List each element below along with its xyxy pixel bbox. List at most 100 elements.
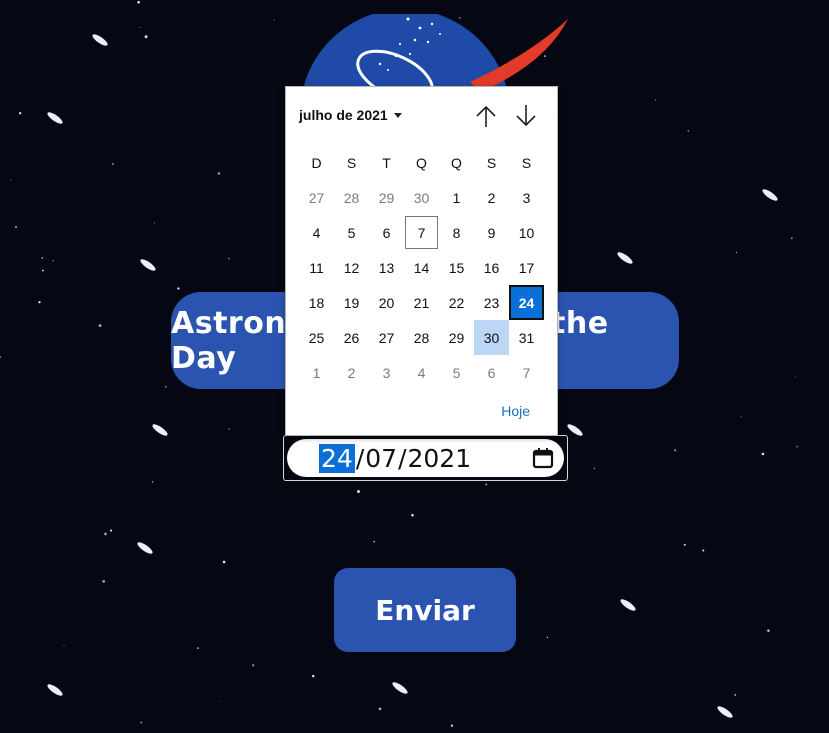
today-button[interactable]: Hoje bbox=[501, 403, 530, 419]
weekday-label: T bbox=[382, 154, 391, 171]
calendar-day[interactable]: 6 bbox=[474, 355, 509, 390]
star-streak bbox=[137, 542, 153, 554]
date-input[interactable]: 24/07/2021 bbox=[287, 439, 564, 477]
calendar-day[interactable]: 5 bbox=[334, 215, 369, 250]
calendar-day[interactable]: 6 bbox=[369, 215, 404, 250]
date-separator: / bbox=[355, 443, 365, 473]
calendar-day[interactable]: 20 bbox=[369, 285, 404, 320]
calendar-day[interactable]: 30 bbox=[404, 180, 439, 215]
star bbox=[140, 721, 143, 724]
submit-button[interactable]: Enviar bbox=[334, 568, 516, 652]
weekday-label: S bbox=[521, 154, 532, 171]
calendar-day[interactable]: 27 bbox=[369, 320, 404, 355]
star bbox=[177, 287, 180, 290]
star bbox=[796, 445, 798, 448]
calendar-day[interactable]: 4 bbox=[299, 215, 334, 250]
calendar-day[interactable]: 8 bbox=[439, 215, 474, 250]
calendar-day[interactable]: 28 bbox=[404, 320, 439, 355]
star bbox=[790, 237, 793, 240]
star bbox=[378, 707, 382, 711]
next-month-button[interactable] bbox=[514, 103, 538, 129]
star-streak bbox=[47, 684, 63, 696]
star bbox=[740, 416, 742, 418]
star-streak bbox=[140, 259, 156, 271]
weekday-label: S bbox=[346, 154, 357, 171]
calendar-day[interactable]: 1 bbox=[439, 180, 474, 215]
star bbox=[111, 163, 114, 166]
calendar-day[interactable]: 29 bbox=[369, 180, 404, 215]
star bbox=[137, 0, 140, 4]
star bbox=[41, 269, 44, 272]
calendar-day[interactable]: 9 bbox=[474, 215, 509, 250]
previous-month-button[interactable] bbox=[474, 103, 498, 129]
star bbox=[52, 260, 54, 262]
star-streak bbox=[567, 424, 583, 436]
calendar-day[interactable]: 3 bbox=[509, 180, 544, 215]
calendar-icon[interactable] bbox=[530, 445, 556, 471]
star bbox=[593, 467, 596, 470]
star bbox=[196, 647, 199, 650]
star bbox=[14, 226, 18, 229]
calendar-day[interactable]: 1 bbox=[299, 355, 334, 390]
calendar-day[interactable]: 28 bbox=[334, 180, 369, 215]
star bbox=[228, 257, 230, 260]
calendar-day[interactable]: 13 bbox=[369, 250, 404, 285]
weekday-header-row: DSTQQSS bbox=[299, 145, 544, 180]
calendar-week-row: 25 26 27 28 29 30 31 bbox=[299, 320, 544, 355]
star bbox=[734, 694, 737, 696]
calendar-day[interactable]: 17 bbox=[509, 250, 544, 285]
star bbox=[151, 481, 154, 483]
star bbox=[38, 301, 41, 304]
star bbox=[217, 172, 221, 175]
star bbox=[761, 452, 765, 456]
star-streak bbox=[152, 424, 168, 436]
star bbox=[19, 112, 22, 115]
calendar-day[interactable]: 26 bbox=[334, 320, 369, 355]
calendar-day[interactable]: 16 bbox=[474, 250, 509, 285]
calendar-day[interactable]: 29 bbox=[439, 320, 474, 355]
star bbox=[0, 356, 1, 358]
date-month-segment[interactable]: 07 bbox=[365, 444, 397, 473]
calendar-day[interactable]: 18 bbox=[299, 285, 334, 320]
calendar-week-row: 27 28 29 30 1 2 3 bbox=[299, 180, 544, 215]
calendar-day[interactable]: 21 bbox=[404, 285, 439, 320]
date-picker-field[interactable]: 24/07/2021 bbox=[283, 435, 568, 481]
star bbox=[252, 664, 255, 667]
calendar-day[interactable]: 11 bbox=[299, 250, 334, 285]
calendar-day[interactable]: 31 bbox=[509, 320, 544, 355]
calendar-header: julho de 2021 bbox=[286, 87, 559, 143]
star bbox=[373, 540, 375, 543]
star bbox=[228, 428, 230, 430]
calendar-day[interactable]: 23 bbox=[474, 285, 509, 320]
calendar-day[interactable]: 19 bbox=[334, 285, 369, 320]
calendar-day-selected[interactable]: 24 bbox=[509, 285, 544, 320]
star bbox=[220, 700, 222, 702]
calendar-day[interactable]: 25 bbox=[299, 320, 334, 355]
star-streak bbox=[92, 34, 108, 46]
calendar-day[interactable]: 7 bbox=[509, 355, 544, 390]
calendar-day[interactable]: 10 bbox=[509, 215, 544, 250]
calendar-day[interactable]: 12 bbox=[334, 250, 369, 285]
weekday-label: Q bbox=[416, 154, 427, 171]
calendar-day[interactable]: 15 bbox=[439, 250, 474, 285]
calendar-day[interactable]: 14 bbox=[404, 250, 439, 285]
calendar-day[interactable]: 30 bbox=[474, 320, 509, 355]
date-day-segment[interactable]: 24 bbox=[319, 443, 355, 473]
date-year-segment[interactable]: 2021 bbox=[408, 444, 472, 473]
star-streak bbox=[717, 706, 733, 718]
calendar-day[interactable]: 27 bbox=[299, 180, 334, 215]
star bbox=[702, 549, 705, 552]
month-year-select[interactable]: julho de 2021 bbox=[299, 105, 402, 125]
calendar-day[interactable]: 2 bbox=[334, 355, 369, 390]
calendar-day[interactable]: 2 bbox=[474, 180, 509, 215]
calendar-day[interactable]: 3 bbox=[369, 355, 404, 390]
star bbox=[98, 324, 102, 328]
star bbox=[735, 251, 738, 254]
star bbox=[411, 513, 414, 517]
calendar-day[interactable]: 5 bbox=[439, 355, 474, 390]
calendar-grid: DSTQQSS 27 28 29 30 1 2 3 4 5 6 7 8 9 10 11 12 13 14 15 16 1… bbox=[299, 145, 544, 390]
weekday-label: S bbox=[486, 154, 497, 171]
calendar-day[interactable]: 22 bbox=[439, 285, 474, 320]
calendar-day[interactable]: 4 bbox=[404, 355, 439, 390]
calendar-day-today[interactable]: 7 bbox=[404, 215, 439, 250]
